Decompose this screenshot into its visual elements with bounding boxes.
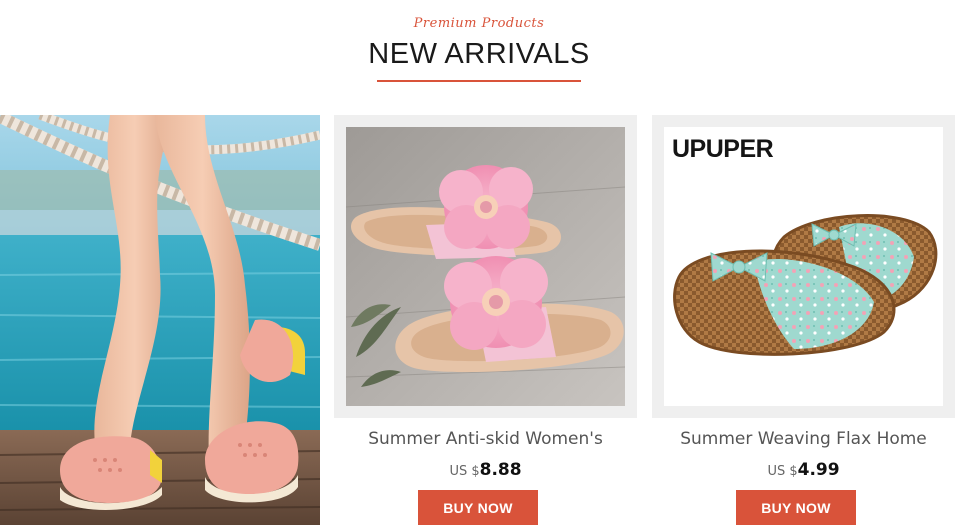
brand-logo: UPUPER <box>672 135 774 163</box>
product-image[interactable]: UPUPER <box>664 127 943 406</box>
product-image-frame <box>334 115 637 418</box>
pink-flower-slides-photo <box>346 127 625 406</box>
product-image-frame: UPUPER <box>652 115 955 418</box>
price-currency: US $ <box>767 464 798 479</box>
price-amount: 4.99 <box>797 460 840 480</box>
section-header: Premium Products NEW ARRIVALS <box>0 0 958 95</box>
woven-flax-slippers-photo <box>664 127 943 406</box>
title-underline <box>377 80 581 82</box>
price-amount: 8.88 <box>479 460 522 480</box>
product-card: Summer Anti-skid Women's US $8.88 BUY NO… <box>334 115 637 525</box>
product-image[interactable] <box>346 127 625 406</box>
product-price: US $4.99 <box>652 460 955 480</box>
section-subtitle: Premium Products <box>413 16 545 31</box>
buy-now-button[interactable]: BUY NOW <box>418 490 538 525</box>
buy-now-button[interactable]: BUY NOW <box>736 490 856 525</box>
product-price: US $8.88 <box>334 460 637 480</box>
product-name[interactable]: Summer Anti-skid Women's <box>334 429 637 449</box>
price-currency: US $ <box>449 464 480 479</box>
product-name[interactable]: Summer Weaving Flax Home <box>652 429 955 449</box>
promo-banner-image[interactable] <box>0 115 320 525</box>
section-title: NEW ARRIVALS <box>368 38 590 70</box>
banner-photo <box>0 115 320 525</box>
product-card: UPUPER Summer Weaving Flax Home US $4.99… <box>652 115 955 525</box>
